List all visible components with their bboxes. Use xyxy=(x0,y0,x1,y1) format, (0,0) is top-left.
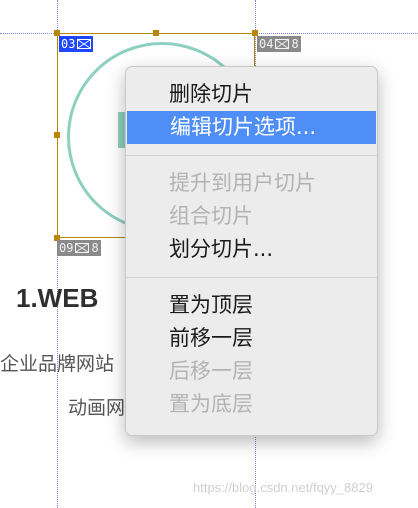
page-text-line2: 动画网 xyxy=(68,397,126,419)
menu-separator xyxy=(126,155,377,156)
slice-suffix: 8 xyxy=(91,241,99,255)
image-icon xyxy=(77,39,92,49)
menu-item-divide-slice[interactable]: 划分切片... xyxy=(126,233,377,266)
menu-item-send-to-back[interactable]: 置为底层 xyxy=(126,388,377,421)
menu-item-edit-slice-options[interactable]: 编辑切片选项... xyxy=(127,111,376,144)
slice-tag-bottom[interactable]: 09 8 xyxy=(57,240,101,256)
menu-item-combine-slices[interactable]: 组合切片 xyxy=(126,200,377,233)
slice-number: 03 xyxy=(61,37,76,51)
resize-handle-middle-left[interactable] xyxy=(54,132,60,138)
menu-item-bring-to-front[interactable]: 置为顶层 xyxy=(126,289,377,322)
slice-number: 09 xyxy=(59,241,74,255)
slice-tag-right[interactable]: 04 8 xyxy=(257,36,301,52)
menu-separator xyxy=(126,277,377,278)
page-text-line1: 企业品牌网站 xyxy=(0,353,115,375)
context-menu: 删除切片 编辑切片选项... 提升到用户切片 组合切片 划分切片... 置为顶层… xyxy=(125,66,378,436)
slice-suffix: 8 xyxy=(291,37,299,51)
resize-handle-top-middle[interactable] xyxy=(153,30,159,36)
slice-number: 04 xyxy=(259,37,274,51)
menu-item-delete-slice[interactable]: 删除切片 xyxy=(126,78,377,111)
menu-item-bring-forward[interactable]: 前移一层 xyxy=(126,322,377,355)
image-icon xyxy=(75,243,90,253)
menu-item-send-backward[interactable]: 后移一层 xyxy=(126,355,377,388)
page-heading: 1.WEB xyxy=(16,283,99,313)
menu-item-promote-to-user-slice[interactable]: 提升到用户切片 xyxy=(126,167,377,200)
image-icon xyxy=(275,39,290,49)
slice-tag-active[interactable]: 03 xyxy=(59,36,94,52)
watermark: https://blog.csdn.net/fqyy_8829 xyxy=(193,480,373,495)
